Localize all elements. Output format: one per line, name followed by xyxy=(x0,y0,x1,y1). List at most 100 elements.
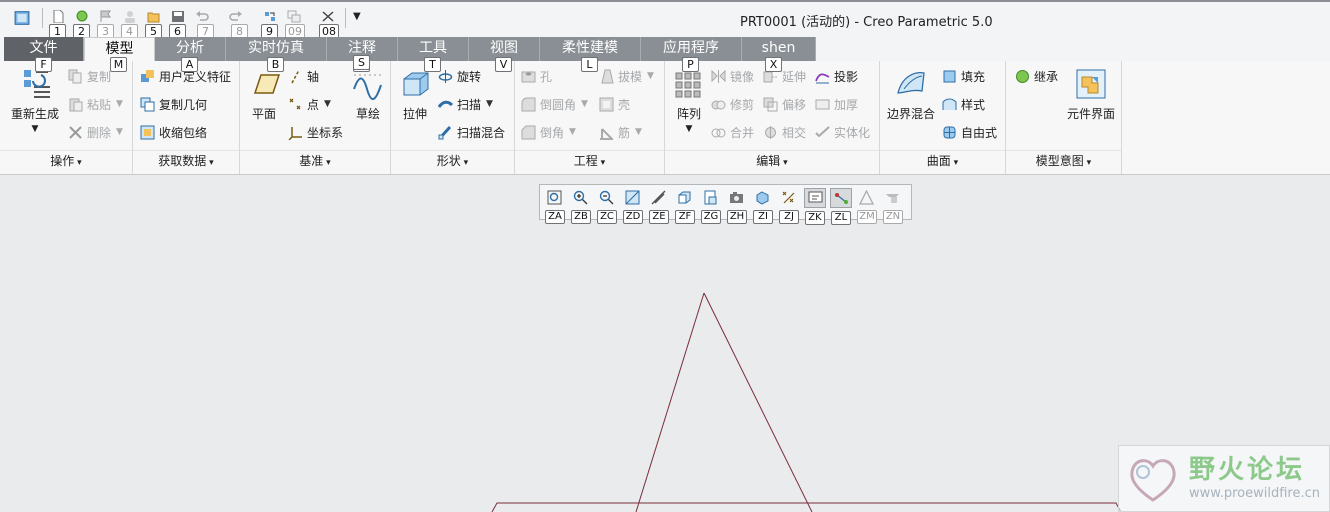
open-button[interactable]: 2 xyxy=(71,8,95,39)
view-manager-button[interactable]: ZH xyxy=(726,188,748,224)
new-file-icon xyxy=(53,10,64,23)
regenerate-icon xyxy=(265,12,275,21)
refit-button[interactable]: ZA xyxy=(544,188,566,224)
spin-center-button[interactable]: ZL xyxy=(830,188,852,225)
extrude-button[interactable]: 拉伸 xyxy=(395,67,435,122)
saved-orientations-icon xyxy=(704,190,717,205)
point-button[interactable]: 点 ▼ xyxy=(288,93,331,115)
group-label-operations[interactable]: 操作 xyxy=(0,152,132,169)
offset-button[interactable]: 偏移 xyxy=(763,93,806,115)
hide-icon xyxy=(886,194,899,203)
round-button[interactable]: 倒圆角 ▼ xyxy=(521,93,588,115)
title-bar: 1 2 3 4 5 6 7 8 9 09 08 ▼ PRT0001 (活动的) … xyxy=(0,0,1330,39)
windows-button[interactable]: 09 xyxy=(283,8,317,39)
keytip-tab-flex: L xyxy=(581,57,598,72)
swept-blend-button[interactable]: 扫描混合 xyxy=(438,121,505,143)
thicken-button[interactable]: 加厚 xyxy=(815,93,858,115)
style-button[interactable]: 样式 xyxy=(942,93,985,115)
undo-button[interactable]: 7 xyxy=(191,8,225,39)
repaint-button[interactable]: ZD xyxy=(622,188,644,224)
redo-button[interactable]: 8 xyxy=(225,8,259,39)
fill-button[interactable]: 填充 xyxy=(942,65,985,87)
group-shapes: 拉伸 旋转 扫描 ▼ 扫描混合 形状 xyxy=(391,61,515,174)
group-label-datum[interactable]: 基准 xyxy=(240,152,390,169)
inherit-button[interactable]: 继承 xyxy=(1015,65,1058,87)
copy-button[interactable]: 复制 xyxy=(68,65,111,87)
redo-icon xyxy=(229,11,242,21)
display-style-button[interactable]: ZF xyxy=(674,188,696,224)
open-folder-button[interactable]: 5 xyxy=(143,8,167,39)
merge-icon xyxy=(711,128,726,137)
mesh-button[interactable]: ZM xyxy=(856,188,878,224)
zoom-out-icon xyxy=(599,190,614,205)
group-label-engineering[interactable]: 工程 xyxy=(515,152,664,169)
saved-orientations-button[interactable]: ZG xyxy=(700,188,722,224)
project-icon xyxy=(815,73,830,83)
zoom-out-button[interactable]: ZC xyxy=(596,188,618,224)
mirror-button[interactable]: 镜像 xyxy=(711,65,754,87)
sweep-button[interactable]: 扫描 ▼ xyxy=(438,93,493,115)
coordinate-system-icon xyxy=(288,126,302,140)
group-label-editing[interactable]: 编辑 xyxy=(665,152,879,169)
fill-icon xyxy=(943,70,956,82)
user-button[interactable]: 4 xyxy=(119,8,143,39)
mirror-icon xyxy=(711,69,726,83)
boundary-blend-button[interactable]: 边界混合 xyxy=(884,67,938,122)
group-label-model-intent[interactable]: 模型意图 xyxy=(1006,152,1121,169)
regen-quick-button[interactable]: 9 xyxy=(259,8,283,39)
close-window-button[interactable]: 08 xyxy=(317,8,341,39)
regenerate-button[interactable]: 重新生成 ▼ xyxy=(6,67,64,134)
app-menu-button[interactable] xyxy=(8,8,38,32)
component-interface-button[interactable]: 元件界面 xyxy=(1064,67,1118,122)
quick-access-toolbar: 1 2 3 4 5 6 7 8 9 09 08 ▼ xyxy=(8,8,366,39)
rib-button[interactable]: 筋 ▼ xyxy=(599,121,642,143)
new-button[interactable]: 1 xyxy=(47,8,71,39)
hide-button[interactable]: ZN xyxy=(882,188,904,224)
display-style-icon xyxy=(678,191,691,204)
keytip-zk: ZK xyxy=(805,211,825,225)
copy-geometry-button[interactable]: 复制几何 xyxy=(140,93,207,115)
perspective-button[interactable]: ZE xyxy=(648,188,670,224)
intersect-button[interactable]: 相交 xyxy=(763,121,806,143)
freestyle-button[interactable]: 自由式 xyxy=(942,121,997,143)
keytip-zj: ZJ xyxy=(779,210,799,224)
keytip-ze: ZE xyxy=(649,210,669,224)
trim-button[interactable]: 修剪 xyxy=(711,93,754,115)
shrinkwrap-button[interactable]: 收缩包络 xyxy=(140,121,207,143)
section-button[interactable]: ZI xyxy=(752,188,774,224)
group-label-surfaces[interactable]: 曲面 xyxy=(880,152,1005,169)
keytip-zd: ZD xyxy=(623,210,643,224)
delete-button[interactable]: 删除 ▼ xyxy=(68,121,123,143)
shell-button[interactable]: 壳 xyxy=(599,93,630,115)
triangle-edge-right xyxy=(703,292,813,512)
base-edge xyxy=(491,502,1122,512)
flag-button[interactable]: 3 xyxy=(95,8,119,39)
csys-button[interactable]: 坐标系 xyxy=(288,121,343,143)
project-button[interactable]: 投影 xyxy=(815,65,858,87)
keytip-za: ZA xyxy=(545,210,565,224)
draft-button[interactable]: 拔模 ▼ xyxy=(599,65,654,87)
chamfer-button[interactable]: 倒角 ▼ xyxy=(521,121,576,143)
revolve-button[interactable]: 旋转 xyxy=(438,65,481,87)
dropdown-arrow-icon: ▼ xyxy=(31,124,39,134)
save-button[interactable]: 6 xyxy=(167,8,191,39)
annotation-display-button[interactable]: ZK xyxy=(804,188,826,225)
sketch-button[interactable]: 草绘 xyxy=(348,67,388,122)
group-label-shapes[interactable]: 形状 xyxy=(391,152,514,169)
plane-button[interactable]: 平面 xyxy=(244,67,284,122)
graphics-window[interactable]: ZA ZB ZC ZD ZE ZF ZG ZH ZI ZJ ZK ZL ZM Z… xyxy=(0,175,1330,512)
paste-button[interactable]: 粘贴 ▼ xyxy=(68,93,123,115)
hole-button[interactable]: 孔 xyxy=(521,65,552,87)
group-model-intent: 继承 元件界面 模型意图 xyxy=(1006,61,1122,174)
zoom-in-button[interactable]: ZB xyxy=(570,188,592,224)
chamfer-icon xyxy=(521,125,536,139)
keytip-tab-file: F xyxy=(35,57,52,72)
group-label-get-data[interactable]: 获取数据 xyxy=(133,152,239,169)
customize-qat-button[interactable]: ▼ xyxy=(350,8,366,32)
axis-button[interactable]: 轴 xyxy=(288,65,319,87)
solidify-button[interactable]: 实体化 xyxy=(815,121,870,143)
merge-button[interactable]: 合并 xyxy=(711,121,754,143)
pattern-button[interactable]: 阵列 ▼ xyxy=(669,67,709,134)
datum-display-button[interactable]: ZJ xyxy=(778,188,800,224)
paste-icon xyxy=(69,98,83,111)
